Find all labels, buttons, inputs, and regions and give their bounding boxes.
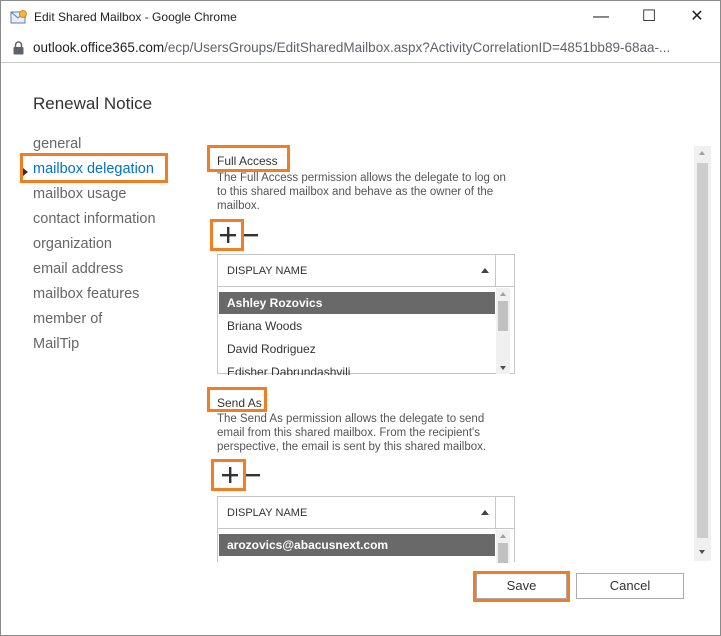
full-access-row[interactable]: Edisher Dabrundashvili [219, 361, 495, 375]
column-header-display-name: DISPLAY NAME [227, 507, 308, 519]
close-button[interactable]: ✕ [675, 1, 719, 33]
nav-item-contact-information[interactable]: contact information [33, 211, 156, 227]
dialog-scrollbar[interactable] [694, 146, 711, 561]
header-separator [495, 497, 496, 529]
send-as-remove-icon[interactable] [246, 466, 260, 484]
maximize-button[interactable]: ☐ [627, 1, 671, 33]
window-title: Edit Shared Mailbox - Google Chrome [34, 10, 237, 24]
dialog-content: Renewal Notice general mailbox delegatio… [1, 64, 720, 635]
url-path: /ecp/UsersGroups/EditSharedMailbox.aspx?… [164, 40, 671, 55]
nav-item-organization[interactable]: organization [33, 236, 112, 252]
scroll-up-icon[interactable] [500, 534, 506, 538]
nav-item-mailbox-features[interactable]: mailbox features [33, 286, 139, 302]
scroll-down-icon[interactable] [500, 366, 506, 370]
active-arrow-icon [23, 168, 28, 176]
send-as-grid: DISPLAY NAME arozovics@abacusnext.com [217, 496, 515, 563]
scroll-thumb[interactable] [498, 543, 508, 563]
url-host: outlook.office365.com [33, 40, 165, 55]
page-title: Renewal Notice [33, 94, 153, 113]
full-access-row[interactable]: David Rodriguez [219, 338, 495, 360]
full-access-remove-icon[interactable] [244, 226, 258, 244]
scroll-thumb[interactable] [697, 163, 708, 538]
title-bar: Edit Shared Mailbox - Google Chrome — ☐ … [1, 1, 720, 33]
full-access-description: The Full Access permission allows the de… [217, 172, 506, 212]
header-separator [495, 255, 496, 287]
send-as-scrollbar[interactable] [496, 530, 510, 563]
nav-item-mailbox-delegation[interactable]: mailbox delegation [33, 161, 154, 177]
scroll-up-icon[interactable] [699, 151, 705, 155]
scroll-thumb[interactable] [498, 301, 508, 331]
nav-item-email-address[interactable]: email address [33, 261, 123, 277]
send-as-title: Send As [217, 396, 262, 410]
scroll-up-icon[interactable] [500, 292, 506, 296]
column-header-display-name: DISPLAY NAME [227, 265, 308, 277]
mailbox-app-icon [10, 10, 27, 24]
full-access-row[interactable]: Briana Woods [219, 315, 495, 337]
full-access-scrollbar[interactable] [496, 288, 510, 374]
url-text: outlook.office365.com/ecp/UsersGroups/Ed… [33, 40, 670, 55]
nav-item-mailbox-usage[interactable]: mailbox usage [33, 186, 127, 202]
nav-item-mailtip[interactable]: MailTip [33, 336, 79, 352]
scroll-down-icon[interactable] [699, 550, 705, 554]
full-access-grid: DISPLAY NAME Ashley Rozovics Briana Wood… [217, 254, 515, 375]
nav-item-member-of[interactable]: member of [33, 311, 102, 327]
send-as-row[interactable]: arozovics@abacusnext.com [219, 534, 495, 556]
address-bar[interactable]: outlook.office365.com/ecp/UsersGroups/Ed… [1, 33, 720, 63]
lock-icon [13, 41, 24, 55]
send-as-description: The Send As permission allows the delega… [217, 413, 487, 453]
send-as-grid-header[interactable]: DISPLAY NAME [218, 497, 514, 529]
full-access-add-icon[interactable] [219, 226, 237, 244]
browser-window: Edit Shared Mailbox - Google Chrome — ☐ … [0, 0, 721, 636]
full-access-grid-header[interactable]: DISPLAY NAME [218, 255, 514, 287]
full-access-title: Full Access [217, 154, 278, 168]
send-as-add-icon[interactable] [221, 466, 239, 484]
nav-item-general[interactable]: general [33, 136, 81, 152]
save-button[interactable]: Save [476, 573, 567, 599]
full-access-row[interactable]: Ashley Rozovics [219, 292, 495, 314]
sort-ascending-icon [481, 268, 489, 273]
cancel-button[interactable]: Cancel [576, 573, 684, 599]
minimize-button[interactable]: — [579, 1, 623, 33]
sort-ascending-icon [481, 510, 489, 515]
